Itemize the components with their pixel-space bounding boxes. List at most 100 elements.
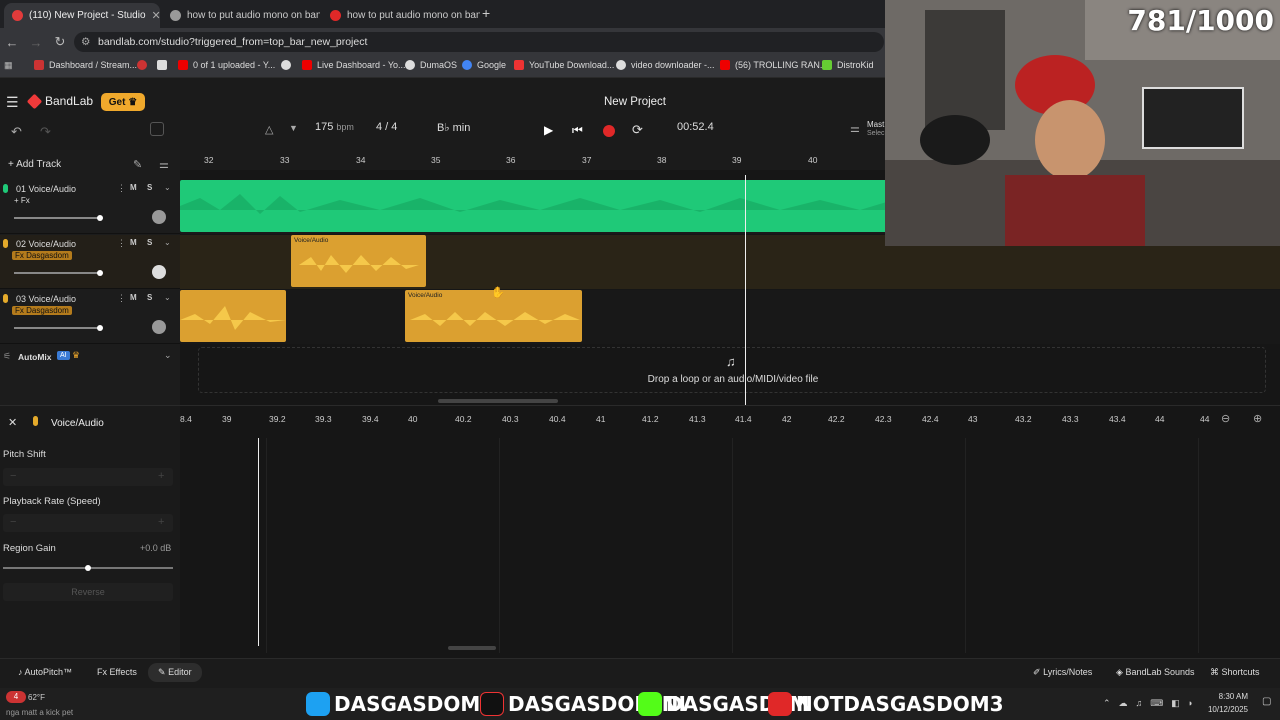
- tab-youtube-1[interactable]: how to put audio mono on ban ✕: [162, 3, 320, 28]
- reload-icon[interactable]: ↻: [48, 34, 72, 50]
- solo-button[interactable]: S: [147, 183, 152, 192]
- pitch-shift-stepper[interactable]: − +: [3, 468, 173, 486]
- bookmark[interactable]: YouTube Download...: [514, 60, 614, 70]
- tab-youtube-2[interactable]: how to put audio mono on ban ✕: [322, 3, 480, 28]
- metronome-icon[interactable]: △: [265, 123, 273, 136]
- pan-knob[interactable]: [152, 210, 166, 224]
- mute-button[interactable]: M: [130, 238, 137, 247]
- volume-slider[interactable]: [14, 270, 103, 276]
- volume-handle[interactable]: [97, 270, 103, 276]
- volume-slider[interactable]: [14, 325, 103, 331]
- track-name[interactable]: 01 Voice/Audio: [16, 184, 76, 194]
- undo-icon[interactable]: ↶: [11, 124, 22, 140]
- autopitch-button[interactable]: ♪ AutoPitch™: [18, 667, 72, 677]
- bookmark[interactable]: Live Dashboard - Yo...: [302, 60, 406, 70]
- region-gain-slider[interactable]: [3, 565, 173, 571]
- solo-button[interactable]: S: [147, 238, 152, 247]
- editor-scrollbar[interactable]: [448, 646, 496, 650]
- audio-region[interactable]: [180, 290, 286, 342]
- plus-icon[interactable]: +: [158, 516, 164, 528]
- chevron-down-icon[interactable]: ⌄: [164, 293, 171, 302]
- tray-icons[interactable]: ⌃☁♫⌨◧◗: [1103, 698, 1201, 709]
- back-icon[interactable]: ←: [0, 35, 24, 50]
- playback-rate-stepper[interactable]: − +: [3, 514, 173, 532]
- minus-icon[interactable]: −: [10, 516, 16, 528]
- rewind-icon[interactable]: ⏮: [572, 123, 583, 138]
- forward-icon[interactable]: →: [24, 35, 48, 50]
- plus-icon[interactable]: +: [158, 470, 164, 482]
- bandlab-logo[interactable]: BandLab: [26, 93, 93, 109]
- editor-ruler[interactable]: 8.4 39 39.2 39.3 39.4 40 40.2 40.3 40.4 …: [180, 406, 1280, 434]
- horizontal-scrollbar[interactable]: [438, 399, 558, 403]
- bookmark[interactable]: [281, 60, 291, 70]
- new-tab-icon[interactable]: +: [482, 5, 490, 21]
- chevron-down-icon[interactable]: ⌄: [164, 238, 171, 247]
- tempo-field[interactable]: 175 bpm: [315, 121, 354, 133]
- add-track-button[interactable]: + Add Track: [8, 159, 61, 170]
- menu-icon[interactable]: ☰: [6, 94, 19, 111]
- url-field[interactable]: ⚙ bandlab.com/studio?triggered_from=top_…: [74, 32, 884, 52]
- editor-grid[interactable]: [180, 438, 1280, 653]
- project-title[interactable]: New Project: [560, 96, 710, 108]
- apps-grid-icon[interactable]: ▦: [4, 60, 13, 71]
- record-icon[interactable]: [603, 125, 615, 137]
- redo-icon[interactable]: ↷: [40, 124, 51, 140]
- tracks-settings-icon[interactable]: ⚌: [159, 158, 169, 171]
- mute-button[interactable]: M: [130, 293, 137, 302]
- effects-button[interactable]: Fx Effects: [97, 667, 137, 677]
- mixer-icon[interactable]: ⚌: [850, 122, 860, 135]
- minus-icon[interactable]: −: [10, 470, 16, 482]
- bookmark[interactable]: video downloader -...: [616, 60, 715, 70]
- more-icon[interactable]: ⋮: [117, 238, 126, 249]
- bookmark[interactable]: 0 of 1 uploaded - Y...: [178, 60, 275, 70]
- bookmark[interactable]: DistroKid: [822, 60, 874, 70]
- notification-icon[interactable]: ▢: [1262, 696, 1271, 707]
- master-label[interactable]: Mast: [867, 120, 884, 129]
- volume-handle[interactable]: [97, 325, 103, 331]
- mute-button[interactable]: M: [130, 183, 137, 192]
- pan-knob[interactable]: [152, 320, 166, 334]
- lyrics-button[interactable]: ✐ Lyrics/Notes: [1033, 667, 1092, 678]
- close-icon[interactable]: ✕: [8, 416, 17, 429]
- shortcuts-button[interactable]: ⌘ Shortcuts: [1210, 667, 1260, 678]
- solo-button[interactable]: S: [147, 293, 152, 302]
- bandlab-sounds-button[interactable]: ◈ BandLab Sounds: [1116, 667, 1195, 678]
- editor-button[interactable]: ✎ Editor: [148, 663, 202, 682]
- tool-icon[interactable]: ✎: [133, 158, 142, 171]
- track-row[interactable]: 01 Voice/Audio ⋮ M S ⌄ + Fx: [0, 180, 180, 234]
- tab-studio[interactable]: (110) New Project - Studio ✕: [4, 3, 160, 28]
- automix-row[interactable]: ⚟ AutoMix AI ♛ ⌄: [0, 348, 180, 368]
- track-name[interactable]: 02 Voice/Audio: [16, 239, 76, 249]
- chevron-down-icon[interactable]: ⌄: [164, 350, 172, 361]
- track-lane[interactable]: Voice/Audio: [180, 290, 1280, 344]
- loop-icon[interactable]: ⟳: [632, 122, 643, 138]
- fx-preset-badge[interactable]: Fx Dasgasdom: [12, 251, 72, 260]
- time-signature[interactable]: 4 / 4: [376, 121, 397, 133]
- volume-slider[interactable]: [14, 215, 103, 221]
- site-info-icon[interactable]: ⚙: [81, 32, 90, 52]
- zoom-in-icon[interactable]: ⊕: [1253, 412, 1262, 425]
- bookmark[interactable]: [137, 60, 147, 70]
- key-field[interactable]: B♭ min: [437, 121, 470, 134]
- audio-region[interactable]: Voice/Audio: [291, 235, 426, 287]
- add-fx-button[interactable]: + Fx: [14, 196, 30, 205]
- bookmark[interactable]: [157, 60, 167, 70]
- zoom-out-icon[interactable]: ⊖: [1221, 412, 1230, 425]
- track-name[interactable]: 03 Voice/Audio: [16, 294, 76, 304]
- volume-handle[interactable]: [97, 215, 103, 221]
- close-icon[interactable]: ✕: [152, 9, 160, 22]
- playhead[interactable]: [745, 175, 746, 405]
- play-icon[interactable]: ▶: [544, 123, 553, 137]
- fx-preset-badge[interactable]: Fx Dasgasdom: [12, 306, 72, 315]
- drop-zone[interactable]: ♫ Drop a loop or an audio/MIDI/video fil…: [198, 347, 1266, 393]
- chevron-down-icon[interactable]: ▼: [289, 123, 298, 133]
- pan-knob[interactable]: [152, 265, 166, 279]
- editor-playhead[interactable]: [258, 438, 259, 646]
- track-row[interactable]: 03 Voice/Audio ⋮ M S ⌄ Fx Dasgasdom: [0, 290, 180, 344]
- snap-icon[interactable]: [150, 122, 164, 136]
- more-icon[interactable]: ⋮: [117, 183, 126, 194]
- bookmark[interactable]: DumaOS: [405, 60, 457, 70]
- chevron-down-icon[interactable]: ⌄: [164, 183, 171, 192]
- bookmark[interactable]: Google: [462, 60, 506, 70]
- track-row[interactable]: 02 Voice/Audio ⋮ M S ⌄ Fx Dasgasdom: [0, 235, 180, 289]
